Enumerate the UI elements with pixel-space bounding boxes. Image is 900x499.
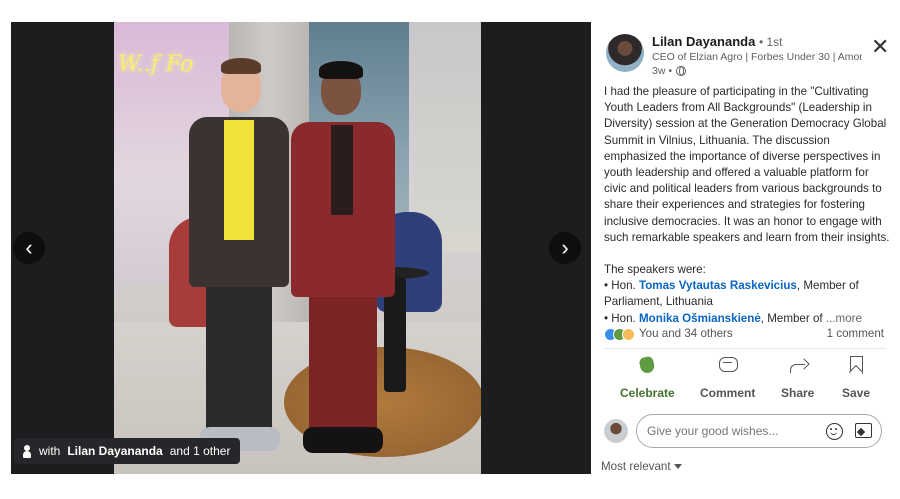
comments-count[interactable]: 1 comment xyxy=(827,327,884,340)
post-text: I had the pleasure of participating in t… xyxy=(604,84,890,327)
post-details-panel: Lilan Dayananda • 1st CEO of Elzian Agro… xyxy=(592,22,900,499)
person-icon xyxy=(22,444,32,458)
save-button[interactable]: Save xyxy=(842,356,870,400)
photo-neon-sign: W..f Fo xyxy=(118,52,194,77)
tag-name: Lilan Dayananda xyxy=(67,444,163,458)
sort-dropdown[interactable]: Most relevant xyxy=(601,460,682,473)
media-viewer: W..f Fo ‹ › with Lilan Dayananda and 1 o… xyxy=(11,22,591,474)
sort-label: Most relevant xyxy=(601,460,671,473)
comment-icon xyxy=(718,356,738,374)
comment-composer xyxy=(604,414,886,448)
speaker-line: • Hon. Tomas Vytautas Raskevicius, Membe… xyxy=(604,278,890,310)
comment-label: Comment xyxy=(700,386,756,400)
share-label: Share xyxy=(781,386,815,400)
close-button[interactable]: ✕ xyxy=(871,36,889,58)
connection-degree: • 1st xyxy=(758,35,783,49)
speaker-line: • Hon. Monika Ošmianskienė, Member of ..… xyxy=(604,311,890,327)
bullet-text: • Hon. xyxy=(604,279,639,293)
save-label: Save xyxy=(842,386,871,400)
support-reaction-icon xyxy=(622,328,635,341)
celebrate-label: Celebrate xyxy=(620,386,675,400)
tag-suffix: and 1 other xyxy=(169,444,231,458)
post-paragraph: I had the pleasure of participating in t… xyxy=(604,85,890,244)
reactions-bar: You and 34 others 1 comment xyxy=(604,327,884,343)
divider xyxy=(604,348,886,349)
previous-image-button[interactable]: ‹ xyxy=(13,232,45,264)
speakers-intro: The speakers were: xyxy=(604,263,706,277)
reaction-icons[interactable] xyxy=(604,328,636,342)
post-time: 3w • xyxy=(652,65,687,77)
post-actions: Celebrate Comment Share Save xyxy=(604,356,886,400)
see-more-link[interactable]: ...more xyxy=(826,312,862,325)
bookmark-icon xyxy=(846,356,866,374)
comment-input[interactable] xyxy=(636,414,882,448)
bullet-text: • Hon. xyxy=(604,311,639,325)
post-photo[interactable]: W..f Fo xyxy=(114,22,481,474)
chevron-left-icon: ‹ xyxy=(25,235,33,260)
author-name-line: Lilan Dayananda • 1st xyxy=(652,34,782,49)
mention-link[interactable]: Monika Ošmianskienė xyxy=(639,312,761,325)
post-age: 3w • xyxy=(652,65,673,77)
photo-person-right xyxy=(289,61,399,467)
chevron-right-icon: › xyxy=(561,235,569,260)
emoji-icon[interactable] xyxy=(826,423,843,440)
globe-icon xyxy=(676,66,687,76)
comment-button[interactable]: Comment xyxy=(700,356,755,400)
author-avatar[interactable] xyxy=(606,34,644,72)
share-button[interactable]: Share xyxy=(781,356,814,400)
mention-link[interactable]: Tomas Vytautas Raskevicius xyxy=(639,279,797,292)
clap-icon xyxy=(637,356,657,374)
tag-prefix: with xyxy=(39,444,61,458)
caret-down-icon xyxy=(673,464,682,469)
author-name[interactable]: Lilan Dayananda xyxy=(652,34,755,49)
reactions-count[interactable]: You and 34 others xyxy=(639,327,733,340)
author-block: Lilan Dayananda • 1st CEO of Elzian Agro… xyxy=(606,34,886,82)
next-image-button[interactable]: › xyxy=(549,232,581,264)
celebrate-button[interactable]: Celebrate xyxy=(620,356,675,400)
author-headline: CEO of Elzian Agro | Forbes Under 30 | A… xyxy=(652,51,862,63)
current-user-avatar xyxy=(604,419,628,443)
photo-person-left xyxy=(184,58,294,474)
tagged-people-button[interactable]: with Lilan Dayananda and 1 other xyxy=(14,438,241,464)
speaker-role: , Member of xyxy=(760,311,823,325)
image-icon[interactable] xyxy=(855,423,872,438)
share-arrow-icon xyxy=(788,356,808,374)
